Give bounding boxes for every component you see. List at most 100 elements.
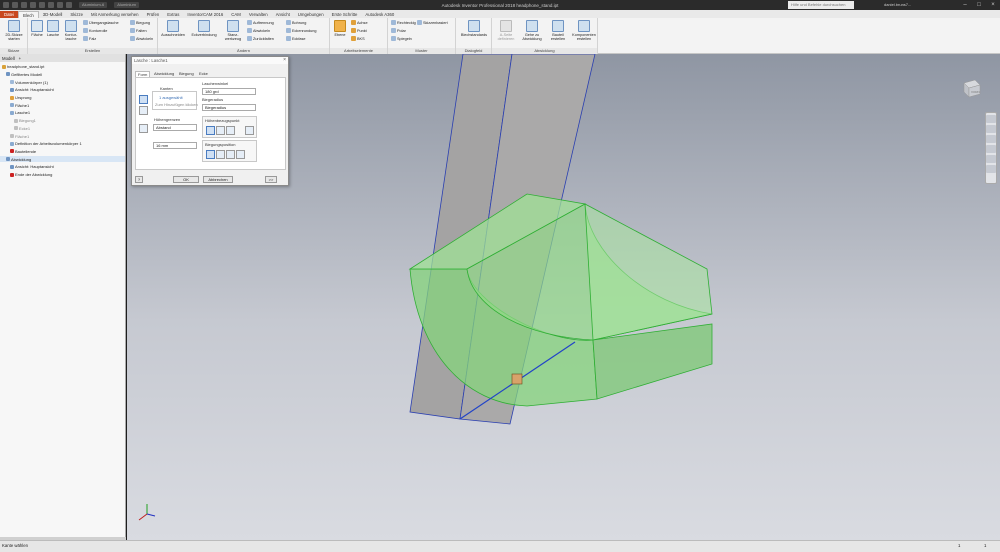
height-datum-2-icon[interactable] <box>216 126 225 135</box>
punkt-button[interactable]: Punkt <box>351 27 367 34</box>
gehe-zu-abwicklung-button[interactable]: Gehe zu Abwicklung <box>519 20 545 42</box>
komponenten-erstellen-button[interactable]: Komponenten erstellen <box>571 20 597 42</box>
kanten-selection-box[interactable]: 1 ausgewählt Zum Hinzufügen klicken <box>152 91 198 110</box>
lasche-button[interactable]: Lasche <box>45 20 61 37</box>
falz-button[interactable]: Falz <box>83 35 96 42</box>
ok-button[interactable]: OK <box>173 176 199 183</box>
eckfase-button[interactable]: Eckfase <box>286 35 306 42</box>
help-search-input[interactable] <box>788 1 854 9</box>
ribbon-tab-inventorcam-2016[interactable]: InventorCAM 2016 <box>183 11 227 18</box>
browser-node[interactable]: Ansicht: Hauptansicht <box>0 87 54 93</box>
bauteil-erstellen-button[interactable]: Bauteil erstellen <box>547 20 569 42</box>
auftrennung-button[interactable]: Auftrennung <box>247 19 274 26</box>
more-button[interactable]: >> <box>265 176 277 183</box>
start-2d-sketch-button[interactable]: 2D-Skizze starten <box>2 20 26 42</box>
save-icon[interactable] <box>21 2 27 8</box>
zurueckfalten-button[interactable]: Zurückfalten <box>247 35 274 42</box>
minimize-icon[interactable]: – <box>958 0 972 10</box>
bks-button[interactable]: BKS <box>351 35 365 42</box>
biegung-button[interactable]: Biegung <box>130 19 150 26</box>
bohrung-button[interactable]: Bohrung <box>286 19 306 26</box>
ribbon-tab-skizze[interactable]: Skizze <box>66 11 87 18</box>
new-icon[interactable] <box>3 2 9 8</box>
browser-node[interactable]: Volumenkörper (1) <box>0 79 48 85</box>
flip-direction-icon[interactable] <box>139 124 148 133</box>
ribbon-tab-mit-anmerkung-versehen[interactable]: Mit Anmerkung versehen <box>87 11 143 18</box>
browser-node[interactable]: Ende der Abwicklung <box>0 172 52 178</box>
orbit-icon[interactable] <box>986 145 996 153</box>
view-cube[interactable]: VORN <box>960 76 982 98</box>
pan-icon[interactable] <box>986 125 996 133</box>
zoom-icon[interactable] <box>986 135 996 143</box>
browser-node[interactable]: headphone_stand.ipt <box>0 64 44 70</box>
browser-node[interactable]: Ursprung <box>0 95 31 101</box>
blechstandards-button[interactable]: Blechstandards <box>458 20 490 37</box>
bend-position-3-icon[interactable] <box>226 150 235 159</box>
ribbon-tab-ansicht[interactable]: Ansicht <box>272 11 294 18</box>
flange-preview-side[interactable] <box>584 203 713 341</box>
hoehengrenzen-select[interactable]: Abstand <box>153 124 197 131</box>
ribbon-tab-autodesk-a360[interactable]: Autodesk A360 <box>361 11 398 18</box>
height-datum-3-icon[interactable] <box>226 126 235 135</box>
ribbon-tab-verwalten[interactable]: Verwalten <box>245 11 272 18</box>
polar-button[interactable]: Polar <box>391 27 406 34</box>
user-name[interactable]: daniel.bruns7... <box>884 2 911 7</box>
look-at-icon[interactable] <box>986 155 996 163</box>
biegeradius-input[interactable]: Biegeradius <box>202 104 256 111</box>
maximize-icon[interactable]: □ <box>972 0 986 10</box>
rechteckig-button[interactable]: Rechteckig <box>391 19 416 26</box>
home-icon[interactable] <box>48 2 54 8</box>
falten-button[interactable]: Falten <box>130 27 147 34</box>
height-datum-4-icon[interactable] <box>245 126 254 135</box>
abbrechen-button[interactable]: Abbrechen <box>203 176 233 183</box>
ribbon-tab-umgebungen[interactable]: Umgebungen <box>294 11 328 18</box>
abwickeln-aendern-button[interactable]: Abwickeln <box>247 27 270 34</box>
undo-icon[interactable] <box>30 2 36 8</box>
appearance-dropdown[interactable]: Aluminium <box>114 2 139 8</box>
uebergangslasche-button[interactable]: Übergangslasche <box>83 19 119 26</box>
steering-wheel-icon[interactable] <box>986 115 996 123</box>
skizzenbasiert-button[interactable]: Skizzenbasiert <box>417 19 448 26</box>
bend-position-2-icon[interactable] <box>216 150 225 159</box>
browser-node[interactable]: Definition der Arbeitsvolumenkörper 1 <box>0 141 82 147</box>
redo-icon[interactable] <box>39 2 45 8</box>
achse-button[interactable]: Achse <box>351 19 368 26</box>
laschenwinkel-input[interactable]: 180 grd <box>202 88 256 95</box>
ribbon-tab-blech[interactable]: Blech <box>18 11 39 18</box>
bend-position-4-icon[interactable] <box>236 150 245 159</box>
drag-handle[interactable] <box>511 373 523 385</box>
ribbon-tab-prüfen[interactable]: Prüfen <box>143 11 164 18</box>
browser-node[interactable]: Bauteilende <box>0 149 36 155</box>
ribbon-tab-datei[interactable]: Datei <box>0 11 19 18</box>
konturrolle-button[interactable]: Konturrolle <box>83 27 107 34</box>
ribbon-tab-extras[interactable]: Extras <box>163 11 183 18</box>
browser-node[interactable]: Fläche1 <box>0 103 29 109</box>
konturlasche-button[interactable]: Kontur-lasche <box>62 20 80 42</box>
browser-add-tab[interactable]: + <box>19 56 22 61</box>
browser-node[interactable]: Biegung1 <box>0 118 36 124</box>
ebene-button[interactable]: Ebene <box>332 20 348 37</box>
browser-node[interactable]: Ecke1 <box>0 126 30 132</box>
height-datum-1-icon[interactable] <box>206 126 215 135</box>
bend-position-1-icon[interactable] <box>206 150 215 159</box>
edge-select-icon[interactable] <box>139 95 148 104</box>
dialog-close-icon[interactable]: × <box>283 57 286 63</box>
ausschneiden-button[interactable]: Ausschneiden <box>160 20 186 37</box>
browser-node[interactable]: Ansicht: Hauptansicht <box>0 164 54 170</box>
zoom-window-icon[interactable] <box>986 165 996 173</box>
a-seite-button[interactable]: A-Seite definieren <box>495 20 517 42</box>
stanzwerkzeug-button[interactable]: Stanz-werkzeug <box>222 20 244 42</box>
browser-node[interactable]: Gefiltertes Modell <box>0 72 42 78</box>
flaeche-button[interactable]: Fläche <box>30 20 44 37</box>
update-icon[interactable] <box>66 2 72 8</box>
eckenrundung-button[interactable]: Eckenrundung <box>286 27 317 34</box>
close-icon[interactable]: × <box>986 0 1000 10</box>
material-dropdown[interactable]: Aluminium-6 <box>79 2 108 8</box>
ribbon-tab-3d-modell[interactable]: 3D-Modell <box>39 11 67 18</box>
browser-node[interactable]: Abwicklung <box>0 156 125 162</box>
abwickeln-erstellen-button[interactable]: Abwickeln <box>130 35 153 42</box>
browser-node[interactable]: Lasche1 <box>0 110 30 116</box>
ribbon-tab-erste-schritte[interactable]: Erste Schritte <box>328 11 362 18</box>
browser-tab-model[interactable]: Modell <box>2 56 15 61</box>
help-button[interactable]: ? <box>135 176 143 183</box>
